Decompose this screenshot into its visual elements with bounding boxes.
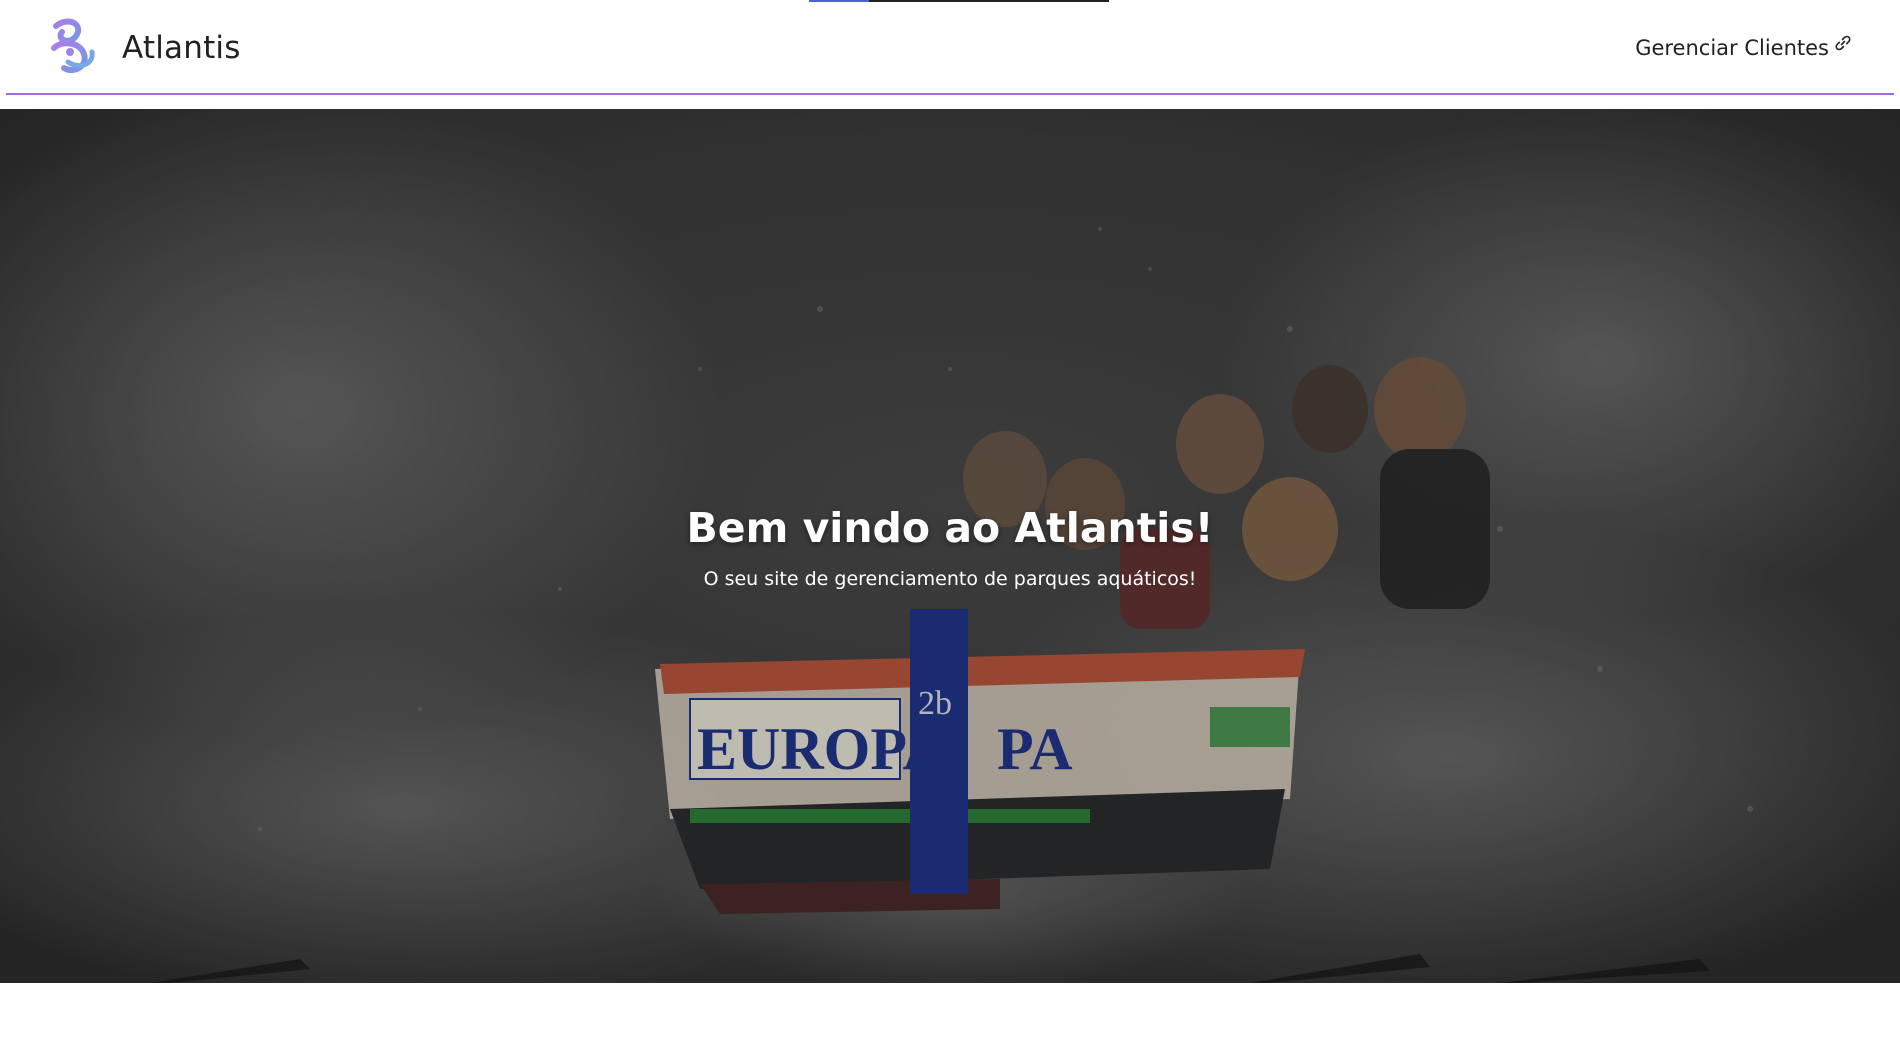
brand-name: Atlantis — [122, 30, 241, 66]
top-progress-indicator — [809, 0, 1109, 2]
nav-link-label: Gerenciar Clientes — [1635, 36, 1829, 60]
nav-link-gerenciar-clientes[interactable]: Gerenciar Clientes — [1635, 35, 1851, 60]
atlantis-logo-icon — [51, 18, 95, 74]
hero-banner: EUROPA PA 2b Bem vindo ao Atlantis! O se… — [0, 109, 1900, 983]
hero-subtitle: O seu site de gerenciamento de parques a… — [703, 568, 1197, 590]
link-icon — [1835, 35, 1851, 51]
hero-title: Bem vindo ao Atlantis! — [686, 504, 1214, 552]
brand[interactable]: Atlantis — [46, 18, 241, 78]
navbar: Atlantis Gerenciar Clientes — [6, 0, 1894, 95]
